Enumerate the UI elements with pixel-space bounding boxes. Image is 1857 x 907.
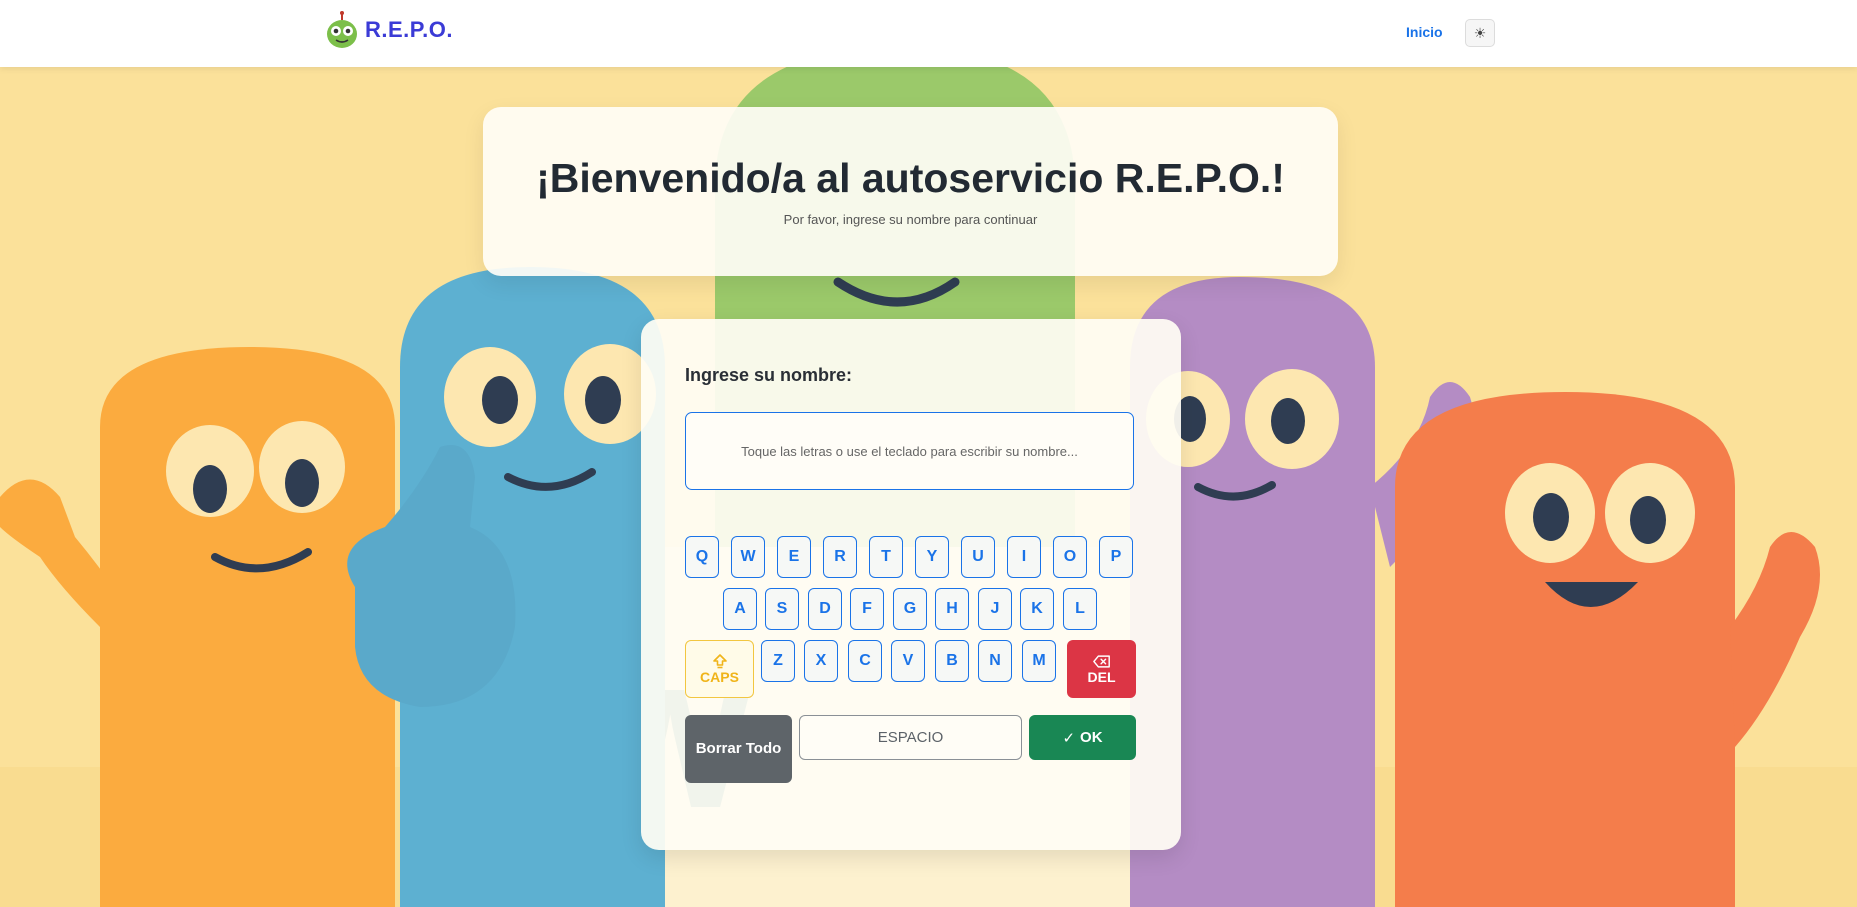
key-t[interactable]: T	[869, 536, 903, 578]
brand-name: R.E.P.O.	[365, 17, 453, 42]
key-i[interactable]: I	[1007, 536, 1041, 578]
key-p[interactable]: P	[1099, 536, 1133, 578]
key-n[interactable]: N	[978, 640, 1012, 682]
key-m[interactable]: M	[1022, 640, 1056, 682]
del-label: DEL	[1087, 668, 1116, 685]
key-l[interactable]: L	[1063, 588, 1097, 630]
key-k[interactable]: K	[1020, 588, 1054, 630]
robot-logo-icon	[327, 11, 357, 48]
theme-toggle-button[interactable]: ☀	[1465, 19, 1495, 47]
key-b[interactable]: B	[935, 640, 969, 682]
nav-link-inicio[interactable]: Inicio	[1406, 24, 1443, 40]
space-key[interactable]: ESPACIO	[799, 715, 1022, 760]
key-j[interactable]: J	[978, 588, 1012, 630]
backspace-icon	[1092, 654, 1110, 668]
name-entry-card: Ingrese su nombre: Toque las letras o us…	[641, 319, 1181, 850]
navbar: R.E.P.O. Inicio ☀	[0, 0, 1857, 67]
name-input-placeholder: Toque las letras o use el teclado para e…	[741, 443, 1078, 459]
key-s[interactable]: S	[765, 588, 799, 630]
key-r[interactable]: R	[823, 536, 857, 578]
key-e[interactable]: E	[777, 536, 811, 578]
key-c[interactable]: C	[848, 640, 882, 682]
brand-home-link[interactable]: R.E.P.O.	[325, 10, 453, 50]
key-w[interactable]: W	[731, 536, 765, 578]
page-title: ¡Bienvenido/a al autoservicio R.E.P.O.!	[536, 155, 1285, 201]
page-subtitle: Por favor, ingrese su nombre para contin…	[783, 212, 1038, 227]
check-icon: ✓	[1062, 729, 1076, 747]
key-y[interactable]: Y	[915, 536, 949, 578]
key-o[interactable]: O	[1053, 536, 1087, 578]
welcome-card: ¡Bienvenido/a al autoservicio R.E.P.O.! …	[483, 107, 1338, 276]
key-g[interactable]: G	[893, 588, 927, 630]
ok-label: OK	[1080, 729, 1103, 746]
name-input[interactable]: Toque las letras o use el teclado para e…	[685, 412, 1134, 490]
key-x[interactable]: X	[804, 640, 838, 682]
delete-key[interactable]: DEL	[1067, 640, 1136, 698]
ok-button[interactable]: ✓ OK	[1029, 715, 1136, 760]
key-h[interactable]: H	[935, 588, 969, 630]
key-q[interactable]: Q	[685, 536, 719, 578]
key-a[interactable]: A	[723, 588, 757, 630]
name-label: Ingrese su nombre:	[685, 365, 853, 385]
key-f[interactable]: F	[850, 588, 884, 630]
key-z[interactable]: Z	[761, 640, 795, 682]
sun-icon: ☀	[1473, 24, 1487, 41]
caps-arrow-icon	[712, 654, 727, 669]
caps-label: CAPS	[700, 669, 739, 685]
key-v[interactable]: V	[891, 640, 925, 682]
caps-lock-key[interactable]: CAPS	[685, 640, 754, 698]
key-d[interactable]: D	[808, 588, 842, 630]
key-u[interactable]: U	[961, 536, 995, 578]
clear-all-button[interactable]: Borrar Todo	[685, 715, 792, 783]
